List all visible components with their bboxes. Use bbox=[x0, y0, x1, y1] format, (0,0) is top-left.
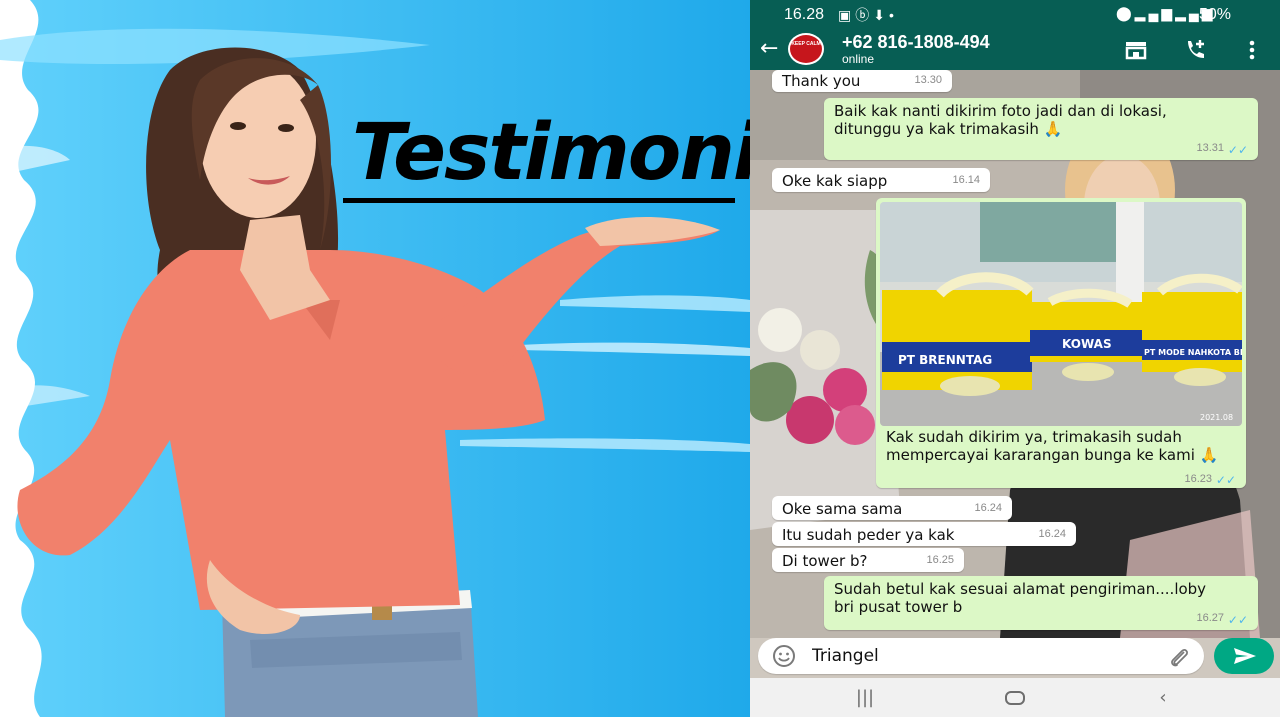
contact-name[interactable]: +62 816-1808-494 bbox=[842, 32, 990, 53]
message-text: Baik kak nanti dikirim foto jadi dan di … bbox=[834, 102, 1167, 138]
more-options-icon[interactable] bbox=[1238, 36, 1266, 64]
attach-icon[interactable] bbox=[1166, 644, 1192, 670]
home-icon[interactable] bbox=[1000, 686, 1030, 710]
battery-level: 50% bbox=[1199, 6, 1232, 23]
input-pill[interactable] bbox=[758, 638, 1204, 674]
message-text: Di tower b? bbox=[782, 552, 868, 570]
message-text: Oke sama sama bbox=[782, 500, 903, 518]
message-bubble[interactable]: Oke sama sama 16.24 bbox=[772, 496, 1012, 520]
photo-message[interactable]: PT BRENNTAG KOWAS PT MODE NAHKOTA BISNI bbox=[876, 198, 1246, 488]
add-call-icon[interactable] bbox=[1182, 36, 1210, 64]
signal-icon: ▂▄▆ bbox=[1134, 5, 1176, 21]
flower-boards-photo[interactable]: PT BRENNTAG KOWAS PT MODE NAHKOTA BISNI bbox=[880, 202, 1242, 426]
read-ticks-icon: ✓✓ bbox=[1215, 473, 1236, 487]
message-time: 13.30 bbox=[914, 74, 942, 86]
avatar-text: KEEP CALM bbox=[791, 41, 821, 47]
chat-header: ← KEEP CALM +62 816-1808-494 online bbox=[750, 30, 1280, 70]
message-time: 16.14 bbox=[952, 174, 980, 186]
contact-status: online bbox=[842, 52, 875, 66]
system-nav-bar: ||| ‹ bbox=[750, 678, 1280, 717]
status-bar: 16.28 ▣ⓑ⬇• ⬤▂▄▆▂▄▆ 50% bbox=[750, 0, 1280, 30]
photo-image: PT BRENNTAG KOWAS PT MODE NAHKOTA BISNI bbox=[880, 202, 1242, 426]
b-icon: ⓑ bbox=[855, 7, 874, 23]
back-nav-icon[interactable]: ‹ bbox=[1148, 686, 1178, 710]
emoji-icon[interactable] bbox=[772, 644, 796, 668]
image-icon: ▣ bbox=[838, 7, 856, 23]
send-button[interactable] bbox=[1214, 638, 1274, 674]
chat-area[interactable]: Thank you 13.30 Baik kak nanti dikirim f… bbox=[750, 70, 1280, 638]
title-underline bbox=[343, 198, 735, 203]
dot-icon: • bbox=[888, 7, 898, 23]
notification-icons: ▣ⓑ⬇• bbox=[838, 5, 898, 25]
status-time: 16.28 bbox=[784, 6, 825, 23]
message-bubble[interactable]: Baik kak nanti dikirim foto jadi dan di … bbox=[824, 98, 1258, 160]
message-time: 16.27 bbox=[1196, 612, 1224, 624]
message-time: 13.31 bbox=[1196, 142, 1224, 154]
download-icon: ⬇ bbox=[873, 7, 889, 23]
promo-panel: Testimoni bbox=[0, 0, 750, 717]
message-bubble[interactable]: Di tower b? 16.25 bbox=[772, 548, 964, 572]
location-icon: ⬤ bbox=[1116, 5, 1135, 21]
message-time: 16.23 bbox=[1184, 473, 1212, 485]
back-arrow-icon[interactable]: ← bbox=[760, 36, 778, 61]
recent-apps-icon[interactable]: ||| bbox=[850, 686, 880, 710]
shop-icon[interactable] bbox=[1122, 36, 1150, 64]
avatar[interactable]: KEEP CALM bbox=[788, 33, 824, 65]
board-label: PT BRENNTAG bbox=[898, 353, 992, 367]
message-text: Itu sudah peder ya kak bbox=[782, 526, 955, 544]
photo-stamp: 2021.08 bbox=[1200, 413, 1233, 422]
send-icon bbox=[1234, 648, 1256, 664]
read-ticks-icon: ✓✓ bbox=[1227, 143, 1248, 157]
whatsapp-screen: 16.28 ▣ⓑ⬇• ⬤▂▄▆▂▄▆ 50% ← KEEP CALM +62 8… bbox=[750, 0, 1280, 717]
read-ticks-icon: ✓✓ bbox=[1227, 613, 1248, 627]
promo-title: Testimoni bbox=[352, 108, 750, 198]
message-time: 16.24 bbox=[974, 502, 1002, 514]
message-time: 16.24 bbox=[1038, 528, 1066, 540]
message-bubble[interactable]: Oke kak siapp 16.14 bbox=[772, 168, 990, 192]
message-text: Oke kak siapp bbox=[782, 172, 888, 190]
board-label: PT MODE NAHKOTA BISNI bbox=[1144, 348, 1242, 357]
message-bubble[interactable]: Sudah betul kak sesuai alamat pengiriman… bbox=[824, 576, 1258, 630]
message-composer bbox=[750, 638, 1280, 678]
board-label: KOWAS bbox=[1062, 337, 1112, 351]
message-text: Sudah betul kak sesuai alamat pengiriman… bbox=[834, 580, 1207, 616]
message-bubble[interactable]: Itu sudah peder ya kak 16.24 bbox=[772, 522, 1076, 546]
message-bubble[interactable]: Thank you 13.30 bbox=[772, 70, 952, 92]
message-text: Kak sudah dikirim ya, trimakasih sudah m… bbox=[886, 428, 1219, 464]
message-text: Thank you bbox=[782, 72, 861, 90]
message-input[interactable] bbox=[812, 644, 1152, 668]
message-time: 16.25 bbox=[926, 554, 954, 566]
